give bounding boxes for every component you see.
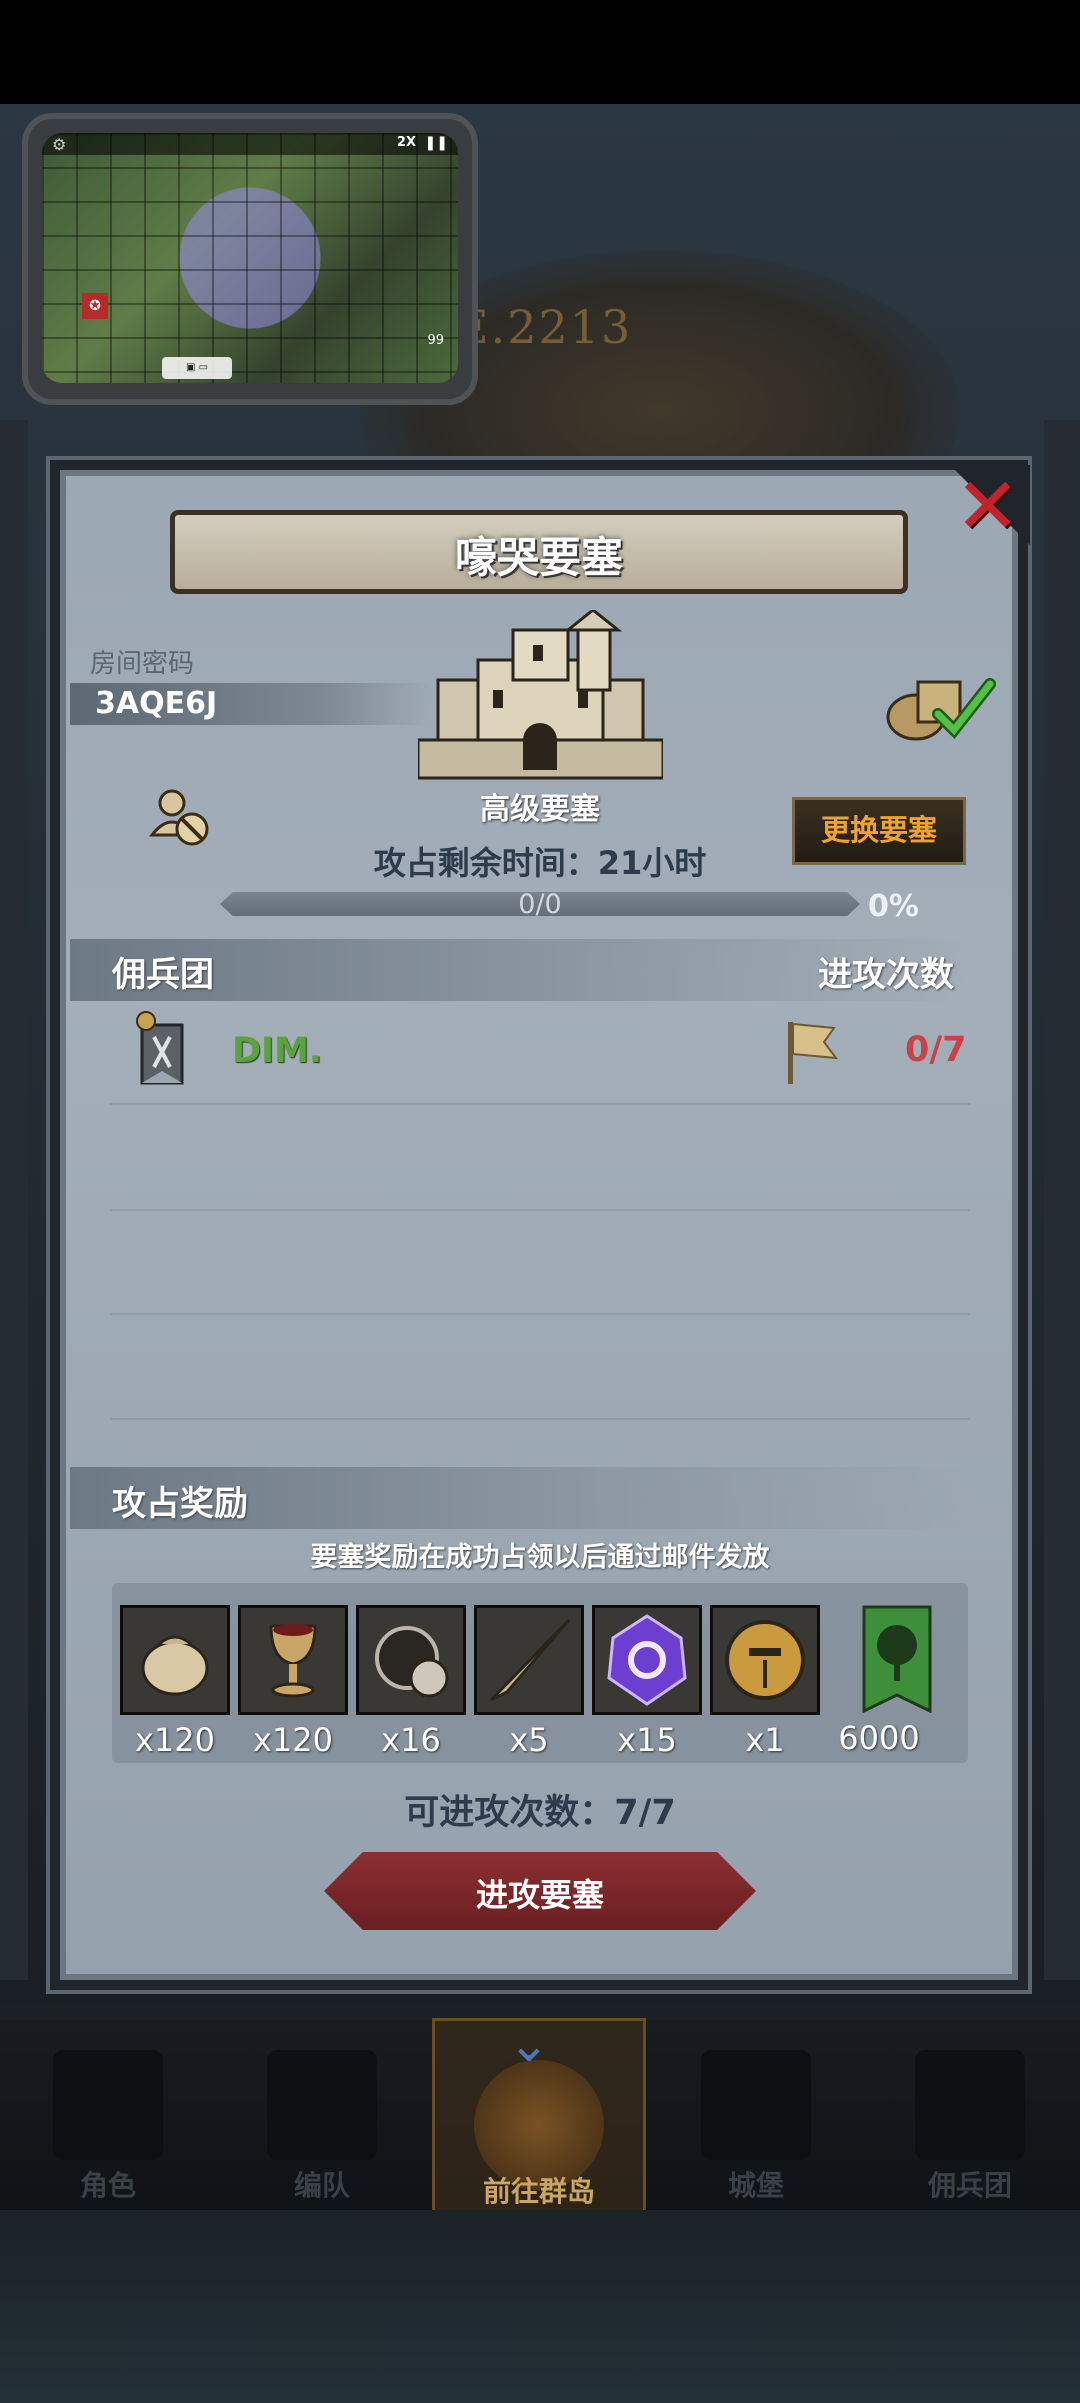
reward-item[interactable]: x15 bbox=[592, 1605, 702, 1759]
reward-item[interactable]: x120 bbox=[238, 1605, 348, 1759]
guild-emblem-icon bbox=[136, 1011, 184, 1085]
reward-note: 要塞奖励在成功占领以后通过邮件发放 bbox=[310, 1542, 770, 1573]
reward-header: 攻占奖励 bbox=[112, 1484, 248, 1524]
nav-label: 编队 bbox=[293, 2169, 350, 2202]
flag-icon bbox=[788, 1022, 839, 1084]
video-preview: ⚙ 2X ❚❚ ✪ 99 ▣ ▭ bbox=[42, 133, 458, 383]
battle-grid bbox=[42, 133, 458, 383]
bottom-background bbox=[0, 2210, 1080, 2403]
capture-progress-text: 0/0 bbox=[518, 889, 562, 920]
reward-bag-check-icon[interactable] bbox=[878, 672, 998, 742]
castle-nav-icon bbox=[701, 2050, 811, 2160]
pause-icon[interactable]: ❚❚ bbox=[425, 135, 448, 151]
mercenary-banner-icon bbox=[915, 2050, 1025, 2160]
attacks-header: 进攻次数 bbox=[818, 955, 954, 995]
available-attacks: 可进攻次数：7/7 bbox=[404, 1793, 676, 1833]
row-divider bbox=[110, 1209, 970, 1211]
chevron-down-icon: ⌄ bbox=[508, 2015, 550, 2073]
reward-qty: x1 bbox=[745, 1721, 785, 1759]
knight-icon bbox=[53, 2050, 163, 2160]
truffle-icon bbox=[356, 1605, 466, 1715]
reward-qty: x120 bbox=[134, 1721, 215, 1759]
background-era-text: E.2213 bbox=[455, 300, 633, 354]
video-hud bbox=[42, 133, 458, 155]
attack-fortress-label[interactable]: 进攻要塞 bbox=[324, 1870, 756, 1916]
background-right-strip bbox=[1044, 420, 1080, 1980]
goblet-icon bbox=[238, 1605, 348, 1715]
nav-item-character[interactable]: 角色 bbox=[8, 2040, 208, 2210]
capture-progress-percent: 0% bbox=[868, 889, 919, 924]
unicorn-horn-icon bbox=[474, 1605, 584, 1715]
helmet-icon bbox=[267, 2050, 377, 2160]
enemy-marker-icon: ✪ bbox=[82, 293, 108, 319]
floating-video-window[interactable]: ⚙ 2X ❚❚ ✪ 99 ▣ ▭ bbox=[22, 113, 478, 405]
guild-name[interactable]: DIM. bbox=[232, 1031, 322, 1071]
nav-label: 佣兵团 bbox=[927, 2169, 1012, 2202]
row-divider bbox=[110, 1313, 970, 1315]
background-left-strip bbox=[0, 420, 28, 1980]
reward-qty: x15 bbox=[617, 1721, 677, 1759]
reward-item[interactable]: x120 bbox=[120, 1605, 230, 1759]
remaining-time: 攻占剩余时间：21小时 bbox=[373, 844, 707, 882]
castle-icon bbox=[418, 610, 663, 780]
video-skill-button[interactable]: ▣ ▭ bbox=[162, 357, 232, 379]
nav-item-formation[interactable]: 编队 bbox=[222, 2040, 422, 2210]
change-fortress-button[interactable]: 更换要塞 bbox=[792, 797, 966, 865]
status-bar bbox=[0, 0, 1080, 104]
room-code-value[interactable]: 3AQE6J bbox=[95, 686, 217, 721]
grain-sack-icon bbox=[120, 1605, 230, 1715]
knight-helmet-icon bbox=[710, 1605, 820, 1715]
reward-item[interactable]: 6000 bbox=[838, 1605, 952, 1757]
gear-icon[interactable]: ⚙ bbox=[52, 135, 66, 154]
speed-label[interactable]: 2X bbox=[397, 135, 416, 150]
guild-attack-count: 0/7 bbox=[905, 1030, 967, 1070]
reward-qty: x120 bbox=[252, 1721, 333, 1759]
life-counter: 99 bbox=[427, 333, 444, 348]
nav-label: 角色 bbox=[79, 2169, 136, 2202]
dialog-title: 嚎哭要塞 bbox=[454, 533, 623, 582]
reward-qty: x5 bbox=[509, 1721, 549, 1759]
nav-label-active: 前往群岛 bbox=[482, 2175, 595, 2208]
reward-item[interactable]: x16 bbox=[356, 1605, 466, 1759]
nav-label: 城堡 bbox=[727, 2169, 784, 2202]
reward-qty: 6000 bbox=[838, 1719, 920, 1757]
reward-item[interactable]: x5 bbox=[474, 1605, 584, 1759]
nav-item-castle[interactable]: 城堡 bbox=[656, 2040, 856, 2210]
row-divider bbox=[110, 1418, 970, 1420]
mercenary-header: 佣兵团 bbox=[112, 955, 214, 995]
reward-qty: x16 bbox=[381, 1721, 441, 1759]
row-divider bbox=[110, 1103, 970, 1105]
purple-crystal-icon bbox=[592, 1605, 702, 1715]
room-code-label: 房间密码 bbox=[90, 649, 195, 679]
nav-item-mercenary[interactable]: 佣兵团 bbox=[870, 2040, 1070, 2210]
no-player-icon[interactable] bbox=[148, 785, 214, 851]
close-icon[interactable]: ✕ bbox=[955, 462, 1020, 552]
fortress-level: 高级要塞 bbox=[480, 792, 600, 827]
green-tree-banner-icon bbox=[860, 1605, 934, 1714]
reward-item[interactable]: x1 bbox=[710, 1605, 820, 1759]
